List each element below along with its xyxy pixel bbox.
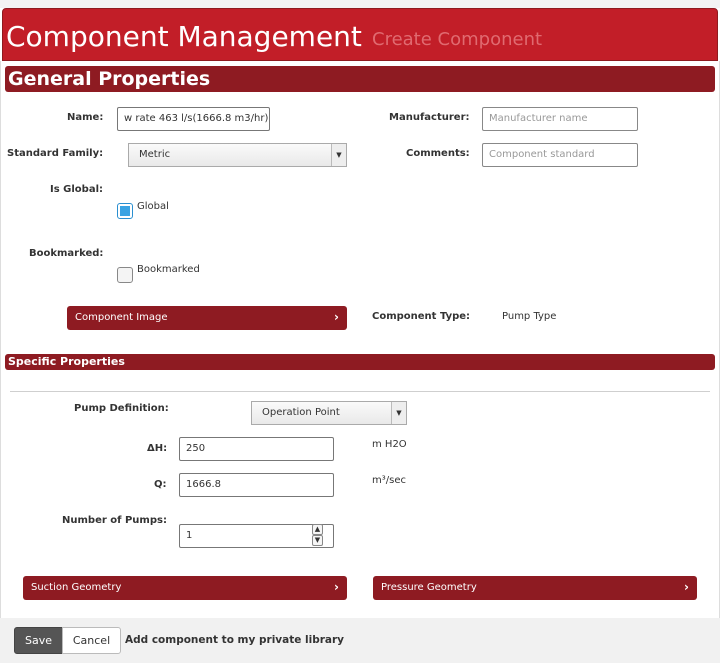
decrement-icon[interactable]: ▼	[312, 535, 323, 546]
is-global-label: Is Global:	[50, 184, 103, 195]
pump-definition-value: Operation Point	[262, 407, 340, 418]
top-strip	[0, 0, 720, 8]
section-divider	[10, 391, 710, 392]
component-image-button[interactable]: Component Image ›	[67, 306, 347, 330]
page-subtitle: Create Component	[372, 29, 543, 50]
pump-definition-select[interactable]: Operation Point ▼	[251, 401, 407, 425]
dh-unit: m H2O	[372, 439, 407, 450]
global-checkbox-label[interactable]: Global	[137, 201, 169, 212]
standard-family-select[interactable]: Metric ▼	[128, 143, 347, 167]
q-input[interactable]: 1666.8	[179, 473, 334, 497]
manufacturer-input[interactable]: Manufacturer name	[482, 107, 638, 131]
chevron-down-icon: ▼	[391, 402, 406, 424]
standard-family-value: Metric	[139, 149, 171, 160]
pump-definition-label: Pump Definition:	[74, 403, 169, 414]
num-pumps-label: Number of Pumps:	[62, 515, 167, 526]
page-title: Component Management	[6, 20, 362, 53]
cancel-button[interactable]: Cancel	[62, 627, 121, 654]
save-button[interactable]: Save	[14, 627, 63, 654]
component-image-label: Component Image	[75, 312, 168, 323]
bookmarked-label: Bookmarked:	[29, 248, 104, 259]
private-library-label[interactable]: Add component to my private library	[125, 634, 344, 646]
chevron-down-icon: ▼	[331, 144, 346, 166]
manufacturer-label: Manufacturer:	[389, 112, 470, 123]
check-mark-icon	[120, 206, 130, 216]
comments-label: Comments:	[406, 148, 470, 159]
standard-family-label: Standard Family:	[7, 148, 104, 159]
pressure-geometry-label: Pressure Geometry	[381, 582, 477, 593]
page-header: Component Management Create Component	[2, 8, 718, 61]
num-pumps-input[interactable]: 1	[179, 524, 334, 548]
pressure-geometry-button[interactable]: Pressure Geometry ›	[373, 576, 697, 600]
component-type-label: Component Type:	[372, 311, 471, 322]
comments-input[interactable]: Component standard	[482, 143, 638, 167]
increment-icon[interactable]: ▲	[312, 524, 323, 535]
dh-input[interactable]: 250	[179, 437, 334, 461]
component-type-value: Pump Type	[502, 311, 557, 322]
bookmarked-checkbox-label[interactable]: Bookmarked	[137, 264, 200, 275]
name-input[interactable]: w rate 463 l/s(1666.8 m3/hr)	[117, 107, 270, 131]
name-label: Name:	[67, 112, 104, 123]
bookmarked-checkbox[interactable]	[117, 267, 133, 283]
global-checkbox[interactable]	[117, 203, 133, 219]
chevron-right-icon: ›	[334, 580, 339, 594]
suction-geometry-button[interactable]: Suction Geometry ›	[23, 576, 347, 600]
specific-properties-header: Specific Properties	[5, 354, 715, 370]
chevron-right-icon: ›	[684, 580, 689, 594]
chevron-right-icon: ›	[334, 310, 339, 324]
q-label: Q:	[154, 479, 167, 490]
num-pumps-stepper[interactable]: ▲ ▼	[312, 524, 324, 548]
general-properties-header: General Properties	[5, 66, 715, 92]
dh-label: ΔH:	[147, 443, 168, 454]
suction-geometry-label: Suction Geometry	[31, 582, 122, 593]
q-unit: m³/sec	[372, 475, 406, 486]
